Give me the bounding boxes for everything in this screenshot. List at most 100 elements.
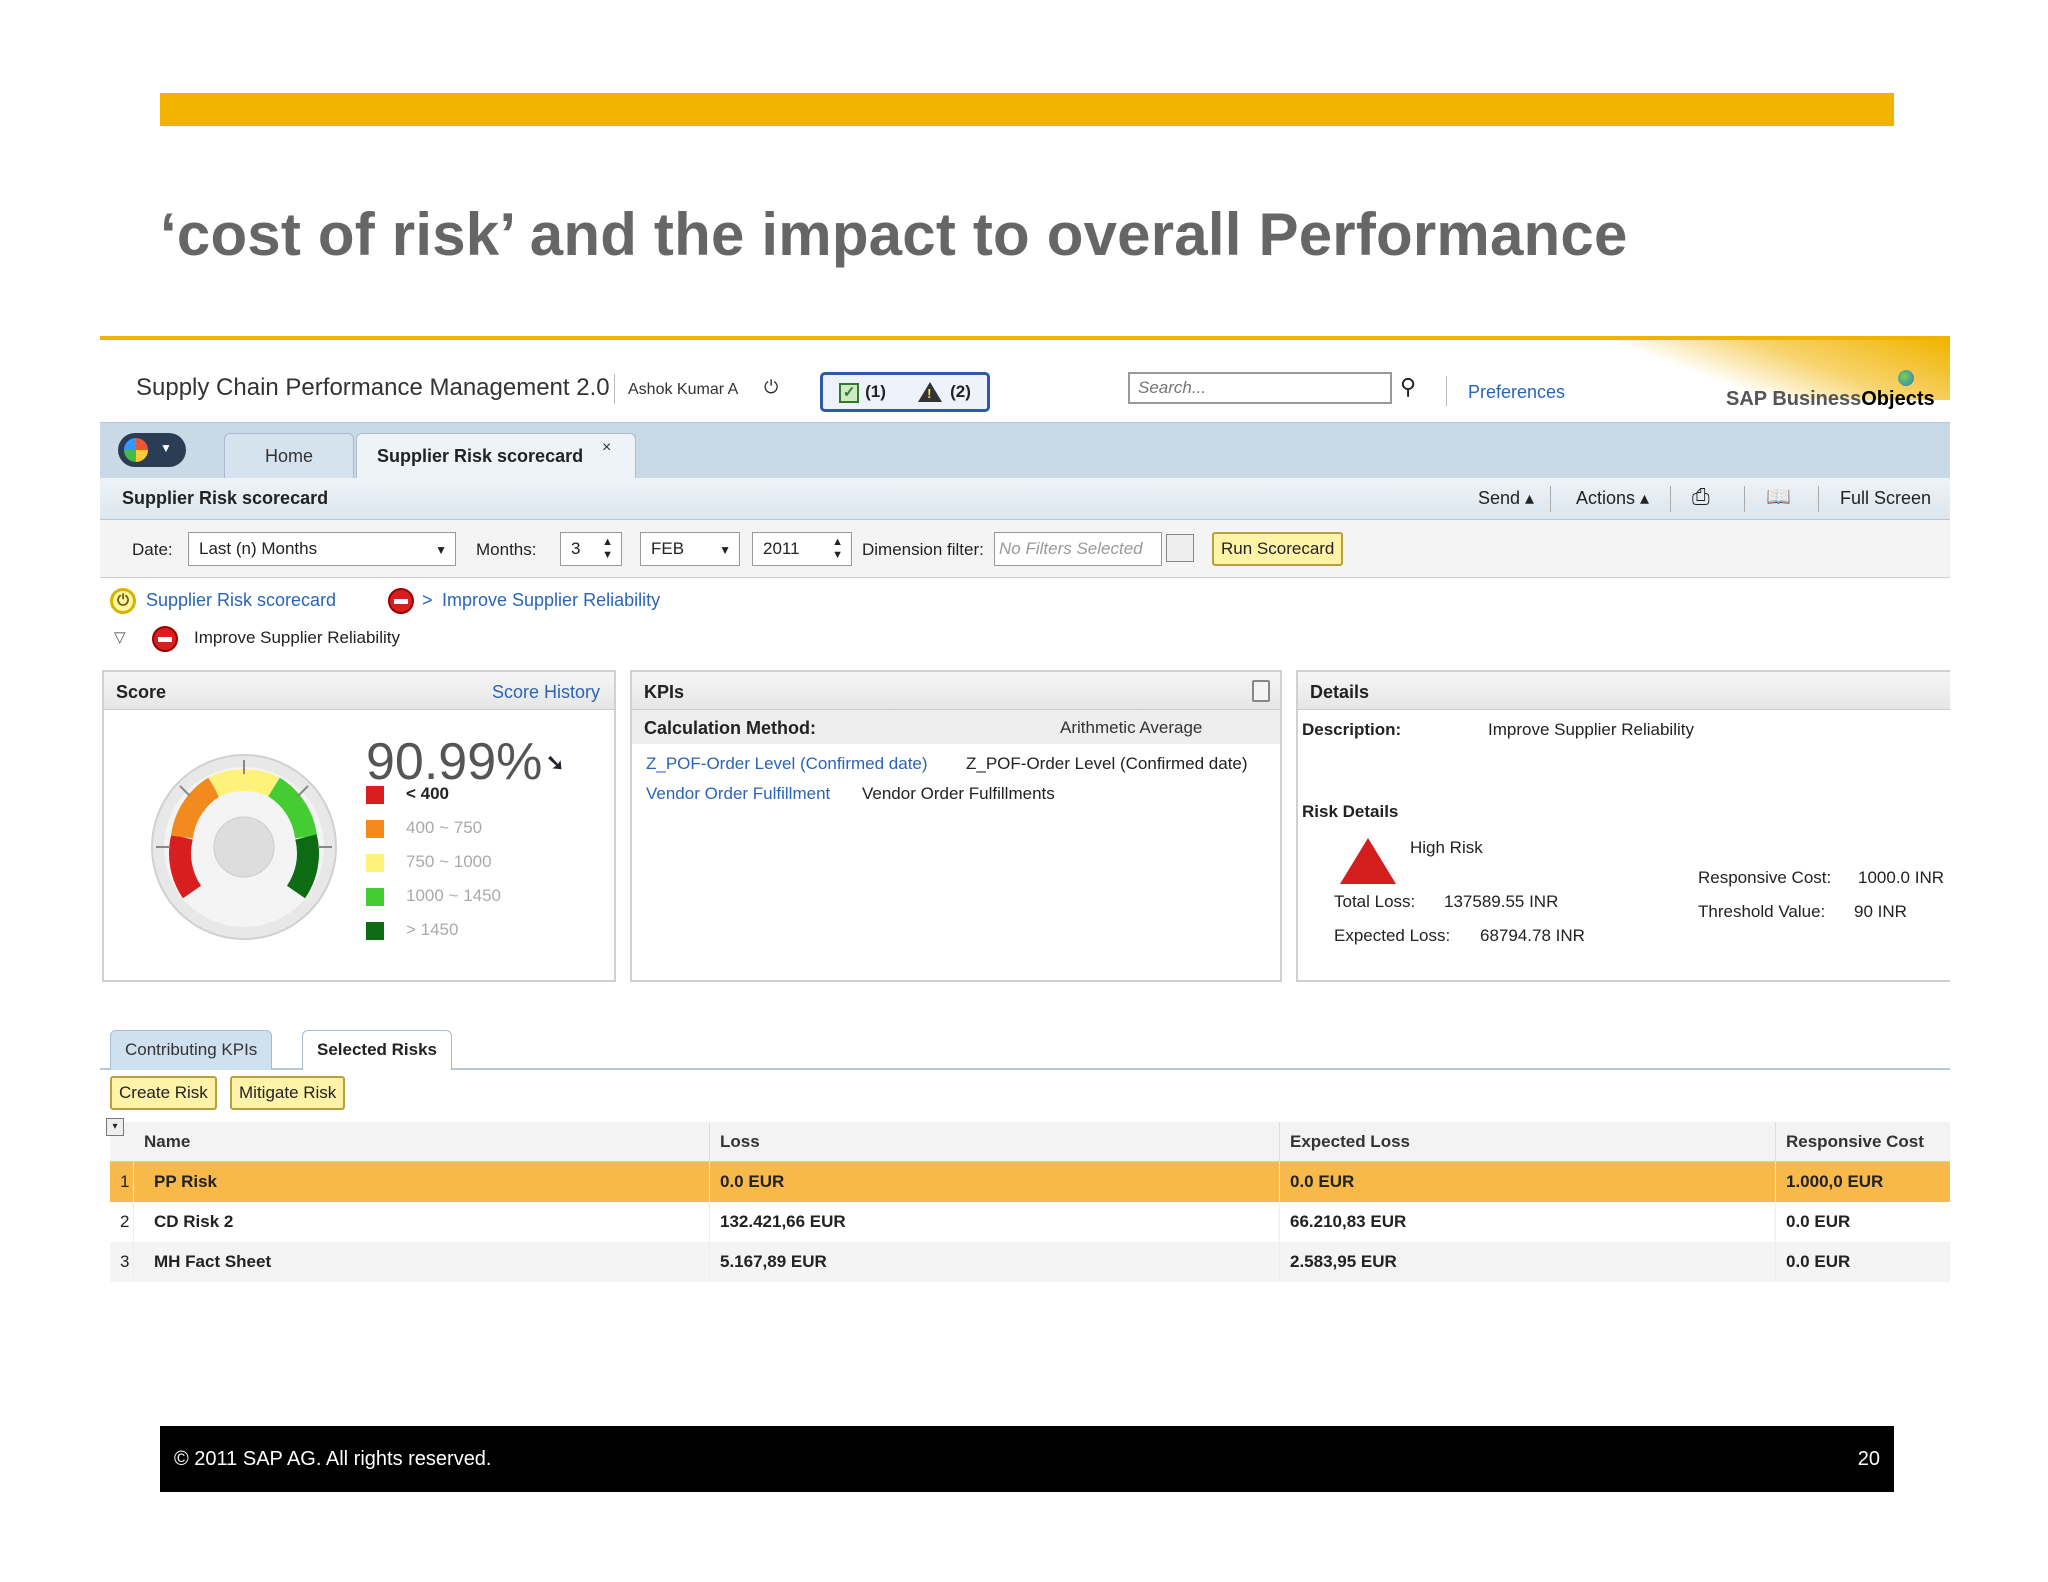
trend-down-arrow-icon: ➘	[546, 750, 565, 775]
panel-header: Score Score History	[104, 672, 614, 710]
column-header-loss[interactable]: Loss	[710, 1122, 1280, 1162]
month-select[interactable]: FEB ▼	[640, 532, 740, 566]
kpi-row: Vendor Order Fulfillment Vendor Order Fu…	[646, 784, 1266, 812]
panel-title: KPIs	[644, 682, 685, 702]
chevron-down-icon: ▼	[435, 543, 447, 557]
tab-selected-risks[interactable]: Selected Risks	[302, 1030, 453, 1070]
spinner-icon[interactable]: ▲ ▼	[602, 536, 613, 562]
total-loss-value: 137589.55 INR	[1444, 892, 1559, 911]
navigation-menu-button[interactable]	[118, 433, 186, 467]
tab-contributing-kpis[interactable]: Contributing KPIs	[110, 1030, 273, 1070]
actions-menu[interactable]: Actions ▴	[1576, 488, 1649, 509]
user-name: Ashok Kumar A	[628, 381, 739, 398]
table-header-row: Name Loss Expected Loss Responsive Cost	[110, 1122, 1950, 1162]
description-value: Improve Supplier Reliability	[1488, 720, 1694, 739]
legend-item: < 400	[366, 784, 449, 806]
send-menu[interactable]: Send ▴	[1478, 488, 1534, 509]
close-icon[interactable]: ×	[602, 439, 611, 457]
globe-icon	[1898, 370, 1914, 386]
legend-swatch	[366, 887, 384, 906]
tab-supplier-risk-scorecard[interactable]: Supplier Risk scorecard	[356, 433, 636, 479]
legend-item: 400 ~ 750	[366, 818, 482, 840]
high-risk-triangle-icon	[1340, 838, 1396, 884]
breadcrumb-objective-link[interactable]: Improve Supplier Reliability	[442, 590, 660, 611]
calculation-method-value: Arithmetic Average	[1060, 718, 1203, 737]
copyright-notice: © 2011 SAP AG. All rights reserved.	[174, 1448, 492, 1470]
tab-home[interactable]: Home	[224, 433, 354, 479]
kpi-panel: KPIs Calculation Method: Arithmetic Aver…	[630, 670, 1282, 982]
panel-title: Details	[1310, 682, 1370, 702]
gauge-hub	[213, 816, 275, 878]
table-row[interactable]: 2 CD Risk 2 132.421,66 EUR 66.210,83 EUR…	[110, 1202, 1950, 1242]
months-stepper[interactable]: 3 ▲ ▼	[560, 532, 622, 566]
run-scorecard-button[interactable]: Run Scorecard	[1212, 532, 1344, 566]
legend-item: 750 ~ 1000	[366, 852, 492, 874]
slide-accent-bar	[160, 93, 1894, 126]
description-label: Description:	[1302, 720, 1402, 739]
legend-item: > 1450	[366, 920, 458, 942]
logoff-icon[interactable]: ⏻	[764, 378, 782, 396]
app-window: Supply Chain Performance Management 2.0 …	[100, 336, 1950, 1286]
dimension-filter-input[interactable]: No Filters Selected	[994, 532, 1162, 566]
toolbar-title: Supplier Risk scorecard	[122, 488, 329, 508]
threshold-label: Threshold Value:	[1698, 902, 1826, 921]
search-icon[interactable]: ⚲	[1400, 374, 1416, 400]
column-header-name[interactable]: Name	[134, 1122, 710, 1162]
expected-loss-value: 68794.78 INR	[1480, 926, 1585, 945]
spinner-icon[interactable]: ▲ ▼	[832, 536, 843, 562]
gauge-band-dark-green	[286, 834, 319, 899]
objective-tree-row[interactable]: ▽ Improve Supplier Reliability	[110, 620, 710, 656]
breadcrumb-scorecard-link[interactable]: Supplier Risk scorecard	[146, 590, 336, 611]
year-stepper[interactable]: 2011 ▲ ▼	[752, 532, 852, 566]
toolbar-divider	[1670, 486, 1671, 512]
panel-title: Score	[116, 682, 167, 702]
kpi-link[interactable]: Vendor Order Fulfillment	[646, 784, 830, 803]
column-header-responsive-cost[interactable]: Responsive Cost	[1776, 1122, 1950, 1162]
column-header-expected-loss[interactable]: Expected Loss	[1280, 1122, 1776, 1162]
threshold-value: 90 INR	[1854, 902, 1907, 921]
toolbar-divider	[1818, 486, 1819, 512]
check-icon: ✓	[839, 382, 860, 403]
filter-picker-icon[interactable]	[1166, 534, 1194, 562]
score-gauge	[151, 754, 337, 940]
create-risk-button[interactable]: Create Risk	[110, 1076, 217, 1110]
details-panel: Details Description: Improve Supplier Re…	[1296, 670, 1950, 982]
legend-swatch	[366, 785, 384, 804]
table-row[interactable]: 3 MH Fact Sheet 5.167,89 EUR 2.583,95 EU…	[110, 1242, 1950, 1282]
preferences-link[interactable]: Preferences	[1468, 382, 1565, 403]
objective-label: Improve Supplier Reliability	[194, 628, 400, 647]
breadcrumb-separator: >	[422, 590, 433, 610]
kpi-description: Z_POF-Order Level (Confirmed date)	[966, 754, 1248, 773]
date-select[interactable]: Last (n) Months ▼	[188, 532, 456, 566]
kpi-link[interactable]: Z_POF-Order Level (Confirmed date)	[646, 754, 928, 773]
calculation-method-row: Calculation Method: Arithmetic Average	[632, 710, 1280, 744]
score-history-link[interactable]: Score History	[492, 682, 600, 703]
collapse-triangle-icon[interactable]: ▽	[114, 628, 126, 646]
column-chooser-icon[interactable]: ▾	[106, 1118, 124, 1136]
risk-status-icon	[388, 588, 414, 614]
score-panel: Score Score History 90.99% ➘ < 400 400 ~…	[102, 670, 616, 982]
calculator-icon[interactable]	[1252, 680, 1270, 702]
risk-status-icon	[152, 626, 178, 652]
book-icon[interactable]: 📖	[1766, 484, 1791, 509]
mitigate-risk-button[interactable]: Mitigate Risk	[230, 1076, 346, 1110]
table-row[interactable]: 1 PP Risk 0.0 EUR 0.0 EUR 1.000,0 EUR	[110, 1162, 1950, 1202]
alerts-ok[interactable]: ✓ (1)	[839, 382, 886, 403]
page-number: 20	[1857, 1448, 1880, 1470]
alerts-indicator[interactable]: ✓(1) (2)	[820, 372, 990, 412]
date-label: Date:	[132, 540, 173, 559]
full-screen-button[interactable]: Full Screen	[1840, 488, 1931, 509]
search-input[interactable]	[1128, 372, 1392, 404]
alerts-warning[interactable]: (2)	[918, 382, 971, 403]
gauge-band-yellow	[209, 769, 279, 798]
filter-bar: Date: Last (n) Months ▼ Months: 3 ▲ ▼ FEB ▼ …	[100, 520, 1950, 578]
dimension-filter-label: Dimension filter:	[862, 540, 984, 559]
breadcrumb: ⏻ Supplier Risk scorecard > Improve Supp…	[110, 582, 1010, 618]
chevron-down-icon: ▼	[719, 543, 731, 557]
print-icon[interactable]: ⎙	[1692, 484, 1710, 510]
months-label: Months:	[476, 540, 537, 559]
kpi-row: Z_POF-Order Level (Confirmed date) Z_POF…	[646, 754, 1266, 782]
legend-swatch	[366, 819, 384, 838]
header-divider	[1446, 376, 1447, 406]
header-divider	[614, 374, 615, 404]
